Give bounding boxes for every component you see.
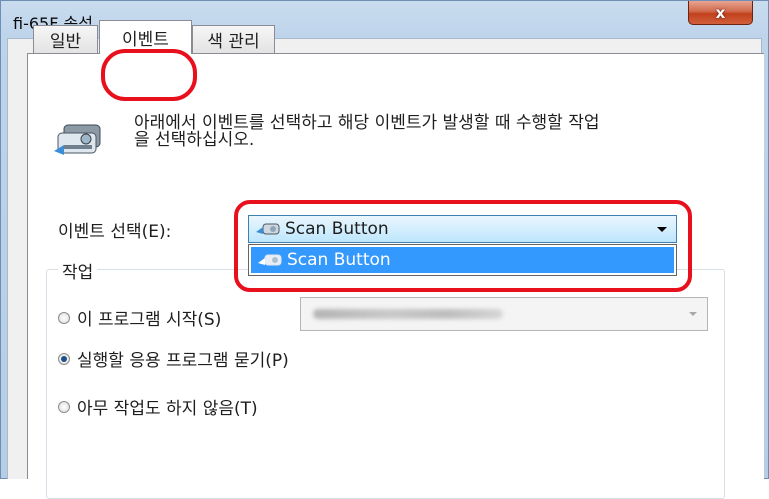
tab-events[interactable]: 이벤트 [99, 20, 192, 54]
program-select-value [313, 309, 503, 319]
radio-ask-application[interactable]: 실행할 응용 프로그램 묻기(P) [58, 346, 289, 371]
dropdown-option-scan-button[interactable]: Scan Button [251, 247, 674, 273]
event-select-label: 이벤트 선택(E): [58, 222, 172, 242]
tab-general[interactable]: 일반 [33, 25, 98, 53]
event-description: 아래에서 이벤트를 선택하고 해당 이벤트가 발생할 때 수행할 작업 을 선택… [134, 115, 734, 149]
dropdown-option-label: Scan Button [287, 250, 391, 270]
scanner-icon [54, 124, 101, 155]
action-group-label: 작업 [58, 258, 98, 283]
event-dropdown-list: Scan Button [248, 244, 677, 276]
radio-start-program[interactable]: 이 프로그램 시작(S) [58, 305, 221, 330]
scan-button-icon [258, 254, 282, 266]
description-line-2: 을 선택하십시오. [134, 130, 255, 150]
radio-label: 아무 작업도 하지 않음(T) [77, 399, 258, 419]
chevron-down-icon[interactable] [689, 312, 697, 316]
radio-button[interactable] [58, 352, 70, 365]
radio-do-nothing[interactable]: 아무 작업도 하지 않음(T) [58, 394, 258, 419]
event-select-value: Scan Button [285, 219, 389, 239]
close-button[interactable]: x [688, 1, 753, 25]
radio-label: 실행할 응용 프로그램 묻기(P) [77, 351, 289, 371]
radio-button[interactable] [58, 311, 70, 324]
program-select[interactable] [300, 297, 708, 331]
tab-color-management[interactable]: 색 관리 [192, 25, 275, 53]
event-select[interactable]: Scan Button [248, 215, 677, 243]
radio-label: 이 프로그램 시작(S) [77, 310, 222, 330]
scan-button-icon [256, 223, 280, 235]
radio-button[interactable] [58, 400, 70, 413]
chevron-down-icon[interactable] [657, 226, 667, 232]
